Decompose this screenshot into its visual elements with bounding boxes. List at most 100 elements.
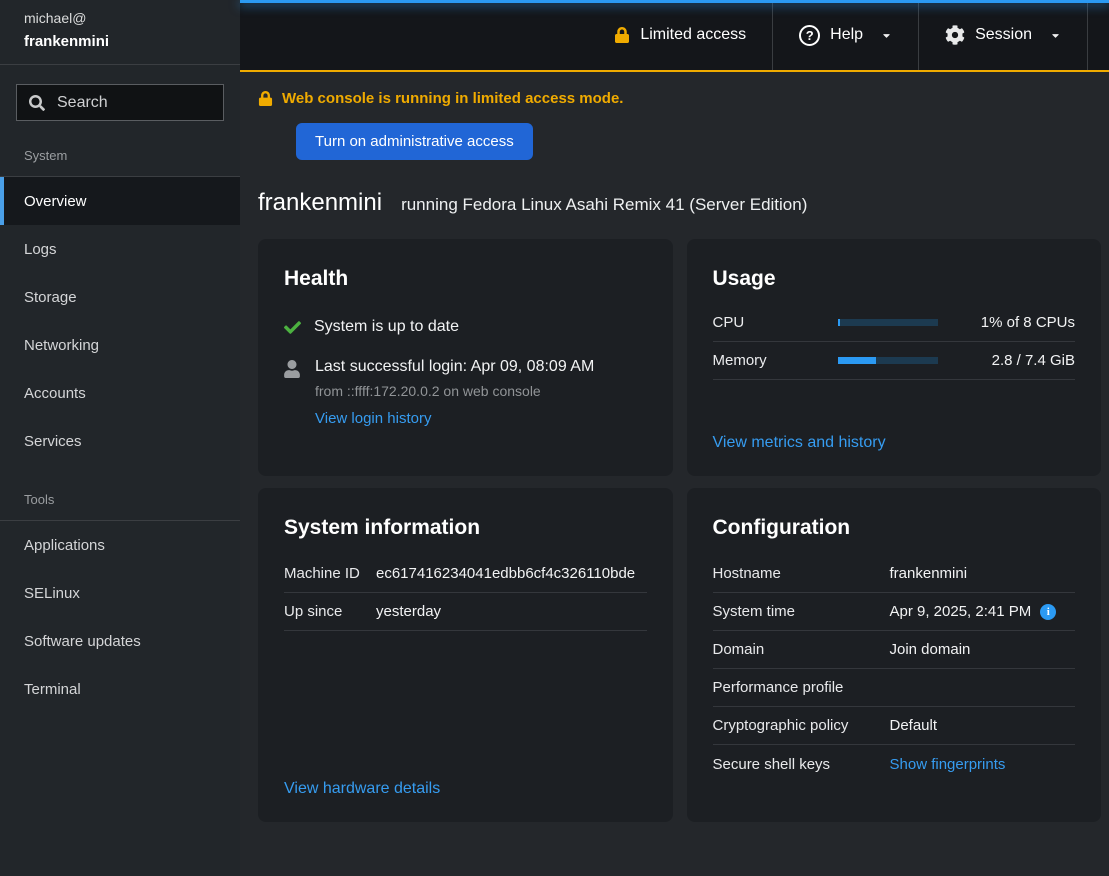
usage-rows: CPU 1% of 8 CPUs Memory 2.8 / 7.4 GiB — [713, 304, 1076, 380]
cpu-progress-bar — [838, 319, 938, 326]
hostname-row: Hostname frankenmini — [713, 555, 1076, 593]
memory-usage-row: Memory 2.8 / 7.4 GiB — [713, 342, 1076, 380]
masthead: Limited access ? Help Session — [240, 0, 1109, 72]
last-login-text: Last successful login: Apr 09, 08:09 AM — [315, 358, 594, 376]
nav-section-label: System — [0, 148, 240, 177]
configuration-card: Configuration Hostname frankenmini Syste… — [687, 488, 1102, 822]
sidebar: michael@ frankenmini System Overview Log… — [0, 0, 240, 876]
configuration-rows: Hostname frankenmini System time Apr 9, … — [713, 555, 1076, 783]
secure-shell-keys-row: Secure shell keys Show fingerprints — [713, 745, 1076, 783]
usage-card: Usage CPU 1% of 8 CPUs Memory — [687, 239, 1102, 476]
up-since-value: yesterday — [376, 603, 647, 620]
cpu-label: CPU — [713, 314, 813, 331]
app-window: michael@ frankenmini System Overview Log… — [0, 0, 1109, 876]
nav-section-tools: Tools Applications SELinux Software upda… — [0, 492, 240, 713]
view-login-history-link[interactable]: View login history — [315, 410, 431, 427]
help-icon: ? — [799, 25, 820, 46]
system-information-card: System information Machine ID ec61741623… — [258, 488, 673, 822]
lock-icon — [258, 91, 273, 106]
cpu-usage-value: 1% of 8 CPUs — [963, 314, 1075, 331]
limited-access-label: Limited access — [640, 26, 746, 44]
limited-access-warning-text: Web console is running in limited access… — [282, 90, 623, 107]
view-hardware-details-link[interactable]: View hardware details — [284, 780, 440, 798]
system-time-value: Apr 9, 2025, 2:41 PM i — [890, 603, 1076, 620]
join-domain-link[interactable]: Join domain — [890, 641, 1076, 658]
memory-progress-bar — [838, 357, 938, 364]
sidebar-item-terminal[interactable]: Terminal — [0, 665, 240, 713]
nav-section-label: Tools — [0, 492, 240, 521]
user-icon — [284, 360, 300, 378]
performance-profile-row: Performance profile — [713, 669, 1076, 707]
session-label: Session — [975, 26, 1032, 44]
sidebar-item-accounts[interactable]: Accounts — [0, 369, 240, 417]
sidebar-item-logs[interactable]: Logs — [0, 225, 240, 273]
last-login-row: Last successful login: Apr 09, 08:09 AM … — [284, 358, 647, 428]
system-time-row: System time Apr 9, 2025, 2:41 PM i — [713, 593, 1076, 631]
user-block: michael@ frankenmini — [0, 0, 240, 65]
search-icon — [29, 95, 45, 111]
limited-access-indicator[interactable]: Limited access — [588, 0, 773, 70]
sidebar-item-networking[interactable]: Networking — [0, 321, 240, 369]
admin-access-button[interactable]: Turn on administrative access — [296, 123, 533, 160]
os-description: running Fedora Linux Asahi Remix 41 (Ser… — [401, 195, 807, 215]
view-metrics-link[interactable]: View metrics and history — [713, 434, 886, 452]
performance-profile-label: Performance profile — [713, 679, 890, 696]
health-card: Health System is up to date Last success… — [258, 239, 673, 476]
cryptographic-policy-label: Cryptographic policy — [713, 717, 890, 734]
system-information-rows: Machine ID ec617416234041edbb6cf4c326110… — [284, 555, 647, 631]
hostname-row-label: Hostname — [713, 565, 890, 582]
username-label: michael@ — [24, 10, 216, 26]
sidebar-item-storage[interactable]: Storage — [0, 273, 240, 321]
system-time-text: Apr 9, 2025, 2:41 PM — [890, 603, 1032, 620]
sidebar-item-software-updates[interactable]: Software updates — [0, 617, 240, 665]
session-menu-button[interactable]: Session — [919, 0, 1088, 70]
overview-page: Web console is running in limited access… — [240, 72, 1109, 876]
cpu-progress-fill — [838, 319, 840, 326]
search-box — [16, 84, 224, 121]
masthead-spacer — [1088, 0, 1109, 70]
help-menu-button[interactable]: ? Help — [773, 0, 919, 70]
last-login-details: Last successful login: Apr 09, 08:09 AM … — [315, 358, 594, 428]
machine-id-row: Machine ID ec617416234041edbb6cf4c326110… — [284, 555, 647, 593]
up-since-row: Up since yesterday — [284, 593, 647, 631]
show-fingerprints-link[interactable]: Show fingerprints — [890, 756, 1076, 773]
page-header: frankenmini running Fedora Linux Asahi R… — [258, 189, 1101, 217]
search-input[interactable] — [17, 85, 223, 120]
memory-progress-fill — [838, 357, 876, 364]
sidebar-item-overview[interactable]: Overview — [0, 177, 240, 225]
update-status-text: System is up to date — [314, 318, 459, 336]
sidebar-item-applications[interactable]: Applications — [0, 521, 240, 569]
domain-label: Domain — [713, 641, 890, 658]
health-card-title: Health — [284, 267, 647, 291]
login-source-text: from ::ffff:172.20.0.2 on web console — [315, 383, 594, 399]
cpu-usage-row: CPU 1% of 8 CPUs — [713, 304, 1076, 342]
nav-section-system: System Overview Logs Storage Networking … — [0, 148, 240, 465]
up-since-label: Up since — [284, 603, 376, 620]
system-time-label: System time — [713, 603, 890, 620]
main-area: Limited access ? Help Session Web consol… — [240, 0, 1109, 876]
info-icon[interactable]: i — [1040, 604, 1056, 620]
domain-row: Domain Join domain — [713, 631, 1076, 669]
sidebar-item-selinux[interactable]: SELinux — [0, 569, 240, 617]
cards-grid: Health System is up to date Last success… — [258, 239, 1101, 836]
hostname-label: frankenmini — [24, 33, 216, 50]
system-information-card-title: System information — [284, 516, 647, 540]
page-title: frankenmini — [258, 189, 382, 217]
hostname-row-value: frankenmini — [890, 565, 1076, 582]
chevron-down-icon — [881, 30, 892, 41]
limited-access-banner: Web console is running in limited access… — [258, 90, 1101, 107]
usage-card-title: Usage — [713, 267, 1076, 291]
chevron-down-icon — [1050, 30, 1061, 41]
memory-label: Memory — [713, 352, 813, 369]
configuration-card-title: Configuration — [713, 516, 1076, 540]
check-icon — [284, 319, 301, 336]
lock-icon — [614, 27, 630, 43]
machine-id-label: Machine ID — [284, 565, 376, 582]
update-status-row: System is up to date — [284, 318, 647, 336]
cryptographic-policy-value: Default — [890, 717, 1076, 734]
secure-shell-keys-label: Secure shell keys — [713, 756, 890, 773]
machine-id-value: ec617416234041edbb6cf4c326110bde — [376, 565, 647, 582]
gear-icon — [945, 25, 965, 45]
cryptographic-policy-row: Cryptographic policy Default — [713, 707, 1076, 745]
sidebar-item-services[interactable]: Services — [0, 417, 240, 465]
